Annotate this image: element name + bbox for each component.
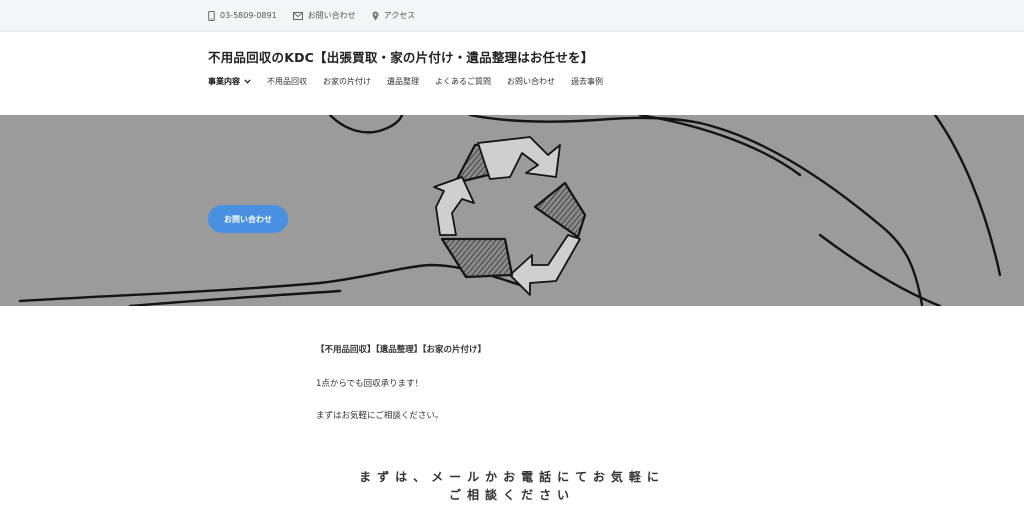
- contact-link[interactable]: お問い合わせ: [292, 10, 356, 21]
- nav-item-estate-cleanup[interactable]: 遺品整理: [387, 76, 419, 87]
- phone-number: 03-5809-0891: [220, 11, 277, 20]
- recycle-hands-illustration: [18, 115, 1002, 306]
- mail-icon: [292, 11, 303, 20]
- site-header: 不用品回収のKDC【出張買取・家の片付け・遺品整理はお任せを】 事業内容 不用品…: [0, 32, 1024, 115]
- site-title[interactable]: 不用品回収のKDC【出張買取・家の片付け・遺品整理はお任せを】: [208, 47, 593, 66]
- services-heading: 【不用品回収】【遺品整理】【お家の片付け】: [316, 345, 487, 355]
- phone-icon: [208, 10, 215, 21]
- nav-item-label: 不用品回収: [267, 77, 307, 86]
- phone-link[interactable]: 03-5809-0891: [208, 10, 277, 21]
- top-bar: 03-5809-0891 お問い合わせ アクセス: [0, 0, 1024, 32]
- chevron-down-icon: [244, 79, 251, 84]
- nav-item-faq[interactable]: よくあるご質問: [435, 76, 491, 87]
- map-pin-icon: [372, 11, 379, 20]
- access-link[interactable]: アクセス: [372, 10, 416, 21]
- nav-item-past-cases[interactable]: 過去事例: [571, 76, 603, 87]
- nav-item-junk-removal[interactable]: 不用品回収: [267, 76, 307, 87]
- nav-item-label: 事業内容: [208, 77, 240, 86]
- nav-item-services[interactable]: 事業内容: [208, 76, 251, 87]
- hero-banner: お問い合わせ: [0, 115, 1024, 306]
- nav-item-contact[interactable]: お問い合わせ: [507, 76, 555, 87]
- cta-line-1: まずは、メールかお電話にてお気軽に: [359, 470, 665, 484]
- nav-item-label: 遺品整理: [387, 77, 419, 86]
- cta-heading: まずは、メールかお電話にてお気軽に ご相談ください: [0, 468, 1024, 504]
- access-label: アクセス: [383, 11, 416, 20]
- main-nav: 事業内容 不用品回収 お家の片付け 遺品整理 よくあるご質問 お問い合わせ 過去…: [208, 76, 603, 87]
- intro-line-2: まずはお気軽にご相談ください。: [316, 411, 444, 421]
- intro-line-1: 1点からでも回収承ります！: [316, 379, 424, 389]
- cta-line-2: ご相談ください: [448, 488, 575, 502]
- nav-item-label: お問い合わせ: [507, 77, 555, 86]
- nav-item-label: 過去事例: [571, 77, 603, 86]
- hero-contact-button[interactable]: お問い合わせ: [208, 205, 288, 233]
- nav-item-label: お家の片付け: [323, 77, 371, 86]
- contact-label: お問い合わせ: [307, 11, 356, 20]
- nav-item-label: よくあるご質問: [435, 77, 491, 86]
- nav-item-house-cleanup[interactable]: お家の片付け: [323, 76, 371, 87]
